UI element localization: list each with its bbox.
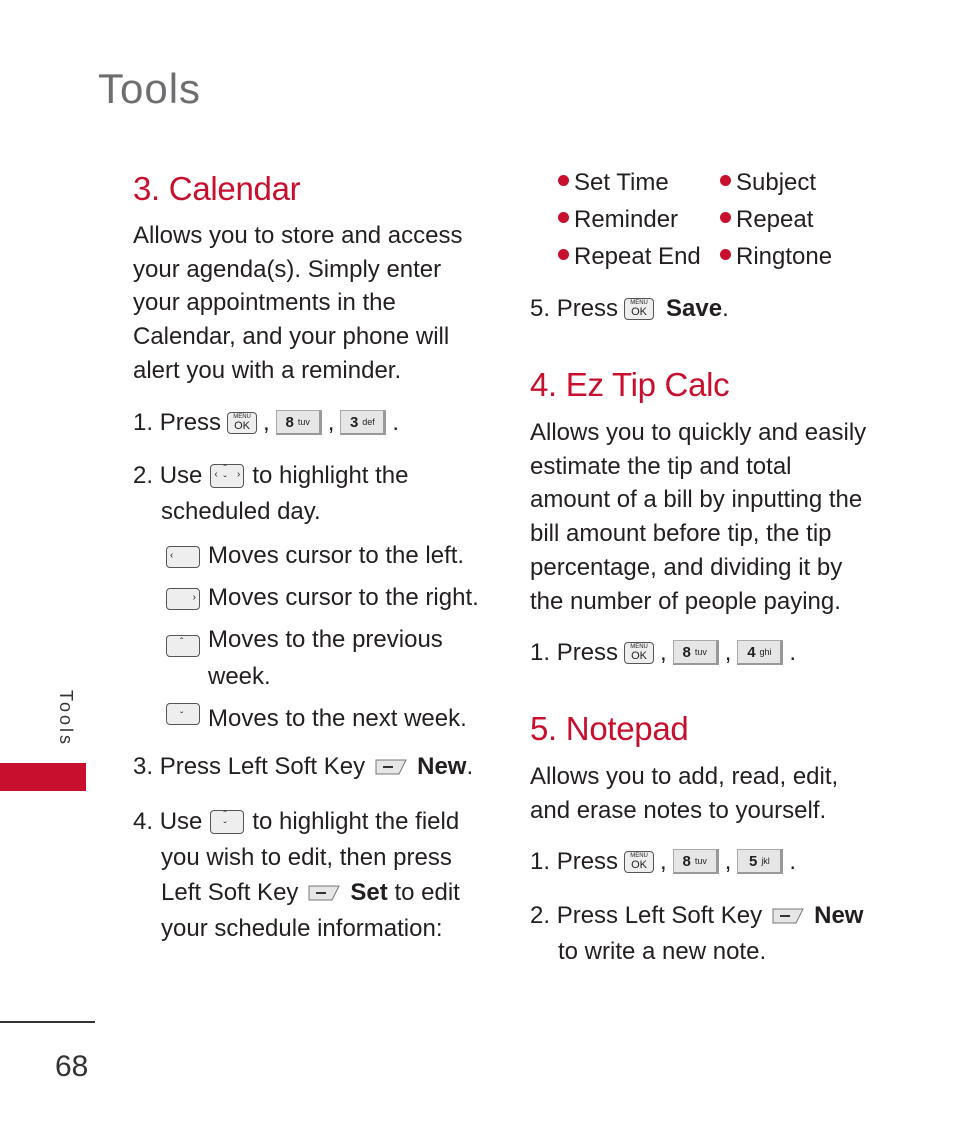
calendar-step-4: 4. Use ˆˇ to highlight the field <box>133 808 460 835</box>
nav-left-key-icon: ‹ <box>166 546 200 568</box>
notepad-intro: Allows you to add, read, edit, and erase… <box>530 763 839 824</box>
field-bullet: Repeat End <box>558 245 701 269</box>
key-4-icon: 4 ghi <box>737 640 784 665</box>
key-5-icon: 5 jkl <box>737 849 784 874</box>
menu-ok-key-icon: MENU OK <box>624 850 655 873</box>
calendar-heading: 3. Calendar <box>133 170 301 207</box>
field-bullet: Subject <box>720 171 816 195</box>
menu-ok-key-icon: MENU OK <box>624 641 655 664</box>
key-3-icon: 3 def <box>340 410 387 435</box>
calendar-step-5: 5. Press MENU OK Save. <box>530 295 729 322</box>
nav-up-down-key-icon: ˆˇ <box>210 810 245 834</box>
footer-rule <box>0 1021 95 1023</box>
field-bullet: Reminder <box>558 208 678 232</box>
notepad-step-1: 1. Press MENU OK, 8 tuv, 5 jkl. <box>530 847 797 875</box>
left-soft-key-icon <box>772 908 804 924</box>
menu-ok-key-icon: MENU OK <box>624 298 655 320</box>
field-bullet: Ringtone <box>720 245 832 269</box>
notepad-step-2-cont: to write a new note. <box>558 938 767 965</box>
side-tab: Tools <box>55 690 85 760</box>
ez-tip-calc-heading: 4. Ez Tip Calc <box>530 366 730 403</box>
nav-down-key-icon: ˇ <box>166 703 200 725</box>
key-8-icon: 8 tuv <box>672 849 719 874</box>
page-title: Tools <box>98 65 202 112</box>
nav-right-key-icon: › <box>166 588 200 610</box>
key-8-icon: 8 tuv <box>672 640 719 665</box>
left-soft-key-icon <box>375 759 407 775</box>
ez-tip-calc-step-1: 1. Press MENU OK, 8 tuv, 4 ghi. <box>530 638 797 666</box>
calendar-step-4-line4: your schedule information: <box>161 915 443 942</box>
left-soft-key-icon <box>308 885 341 901</box>
calendar-step-3: 3. Press Left Soft Key New. <box>133 753 474 780</box>
calendar-step-2: 2. Use ‹ ˆ ˇ › to highlight the <box>133 462 409 489</box>
calendar-step-2-cont: scheduled day. <box>161 498 321 525</box>
calendar-step-4-line3: Left Soft Key Set to edit <box>161 879 460 906</box>
field-bullet: Repeat <box>720 208 813 232</box>
field-bullet: Set Time <box>558 171 669 195</box>
side-tab-marker <box>0 763 86 791</box>
notepad-heading: 5. Notepad <box>530 710 689 747</box>
calendar-step-1: 1. Press MENU OK, 8 tuv, 3 def. <box>133 408 400 436</box>
nav-up-key-icon: ˆ <box>166 635 200 657</box>
key-8-icon: 8 tuv <box>275 410 322 435</box>
side-tab-label: Tools <box>56 690 76 748</box>
nav-key-icon: ‹ ˆ ˇ › <box>210 464 245 488</box>
calendar-intro: Allows you to store and access your agen… <box>133 222 463 384</box>
ez-tip-calc-intro: Allows you to quickly and easily estimat… <box>530 419 867 615</box>
notepad-step-2: 2. Press Left Soft Key New <box>530 902 864 929</box>
menu-ok-key-icon: MENU OK <box>227 411 258 434</box>
page-number: 68 <box>55 1050 89 1083</box>
calendar-step-4-line2: you wish to edit, then press <box>161 844 452 871</box>
